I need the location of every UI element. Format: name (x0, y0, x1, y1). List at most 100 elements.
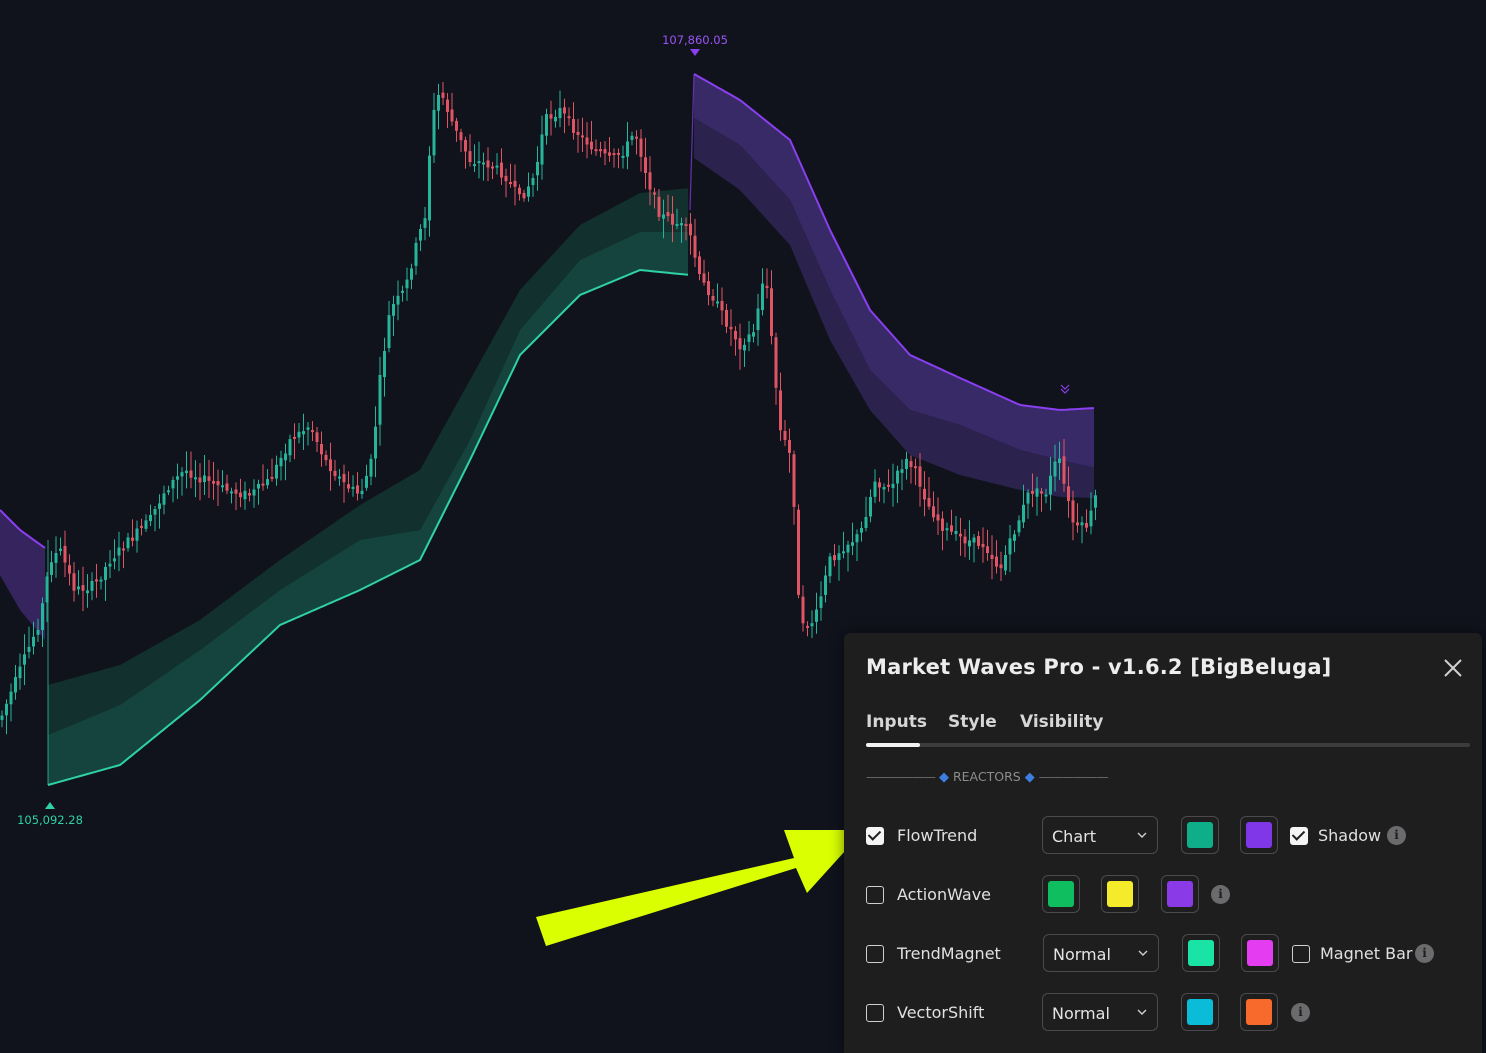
info-icon[interactable]: i (1291, 1003, 1310, 1022)
trendmagnet-bear-color-swatch[interactable] (1241, 934, 1279, 972)
candle-body (473, 164, 476, 167)
candle-body (1049, 475, 1052, 495)
candle-body (45, 576, 49, 603)
candle-body (216, 481, 220, 486)
candle-body (1062, 456, 1066, 484)
candle-body (374, 426, 377, 459)
candle-body (599, 149, 602, 152)
candle-body (725, 310, 728, 327)
candle-body (1013, 534, 1016, 541)
trendmagnet-mode-select[interactable]: Normal (1043, 934, 1159, 972)
info-icon[interactable]: i (1387, 826, 1406, 845)
candle-body (536, 161, 539, 176)
actionwave-color-1-swatch[interactable] (1042, 875, 1080, 913)
candle-body (671, 213, 674, 225)
low-marker-icon (45, 802, 55, 809)
candle-body (1035, 488, 1039, 497)
candle-body (572, 119, 575, 133)
candle-body (635, 136, 638, 139)
row-vectorshift: VectorShift Normal i (866, 993, 1476, 1037)
section-label: REACTORS (952, 769, 1021, 784)
candle-body (441, 92, 445, 98)
candle-body (734, 330, 737, 340)
tab-inputs[interactable]: Inputs (866, 712, 927, 732)
candle-body (711, 296, 715, 301)
candle-body (171, 480, 175, 489)
tab-visibility[interactable]: Visibility (1020, 712, 1104, 732)
candle-body (770, 288, 773, 337)
candle-body (167, 490, 170, 493)
candle-body (864, 517, 868, 528)
candle-body (203, 475, 206, 482)
candle-body (117, 547, 121, 556)
candle-body (621, 155, 625, 158)
candle-body (513, 180, 517, 187)
candle-body (639, 138, 643, 157)
candle-body (972, 537, 976, 543)
candle-body (963, 536, 967, 544)
candle-body (851, 542, 854, 546)
candle-body (180, 472, 184, 477)
candle-body (756, 308, 760, 331)
vectorshift-mode-select[interactable]: Normal (1042, 993, 1158, 1031)
trendmagnet-bull-color-swatch[interactable] (1182, 934, 1220, 972)
magnet-bar-checkbox[interactable] (1292, 945, 1310, 963)
candle-body (945, 528, 949, 531)
actionwave-checkbox[interactable] (866, 886, 884, 904)
low-price-label: 105,092.28 (17, 813, 83, 827)
candle-body (194, 477, 197, 480)
flowtrend-bull-color-swatch[interactable] (1181, 816, 1219, 854)
candle-body (567, 116, 571, 119)
candle-body (135, 528, 139, 541)
candle-body (405, 279, 409, 289)
candle-body (846, 544, 850, 553)
vectorshift-checkbox[interactable] (866, 1004, 884, 1022)
candle-body (540, 134, 544, 165)
candle-body (464, 139, 467, 152)
candle-body (32, 636, 35, 647)
candle-body (779, 390, 782, 431)
candle-body (990, 554, 994, 559)
vectorshift-bull-color-swatch[interactable] (1181, 993, 1219, 1031)
vectorshift-bear-color-swatch[interactable] (1240, 993, 1278, 1031)
info-icon[interactable]: i (1211, 885, 1230, 904)
candle-body (279, 457, 283, 467)
candle-body (54, 553, 58, 563)
trendmagnet-checkbox[interactable] (866, 945, 884, 963)
candle-body (842, 551, 845, 554)
candle-body (783, 431, 787, 440)
candle-body (311, 430, 314, 433)
chevron-down-icon (1137, 832, 1147, 838)
info-icon[interactable]: i (1415, 944, 1434, 963)
diamond-icon: ◆ (1024, 770, 1035, 785)
shadow-checkbox[interactable] (1290, 827, 1308, 845)
flowtrend-checkbox[interactable] (866, 827, 884, 845)
actionwave-color-2-swatch[interactable] (1101, 875, 1139, 913)
actionwave-color-3-swatch[interactable] (1161, 875, 1199, 913)
candle-body (68, 565, 71, 574)
candle-body (234, 489, 238, 494)
candle-body (815, 609, 818, 622)
flowtrend-bear-color-swatch[interactable] (1240, 816, 1278, 854)
flowtrend-mode-select[interactable]: Chart (1042, 816, 1158, 854)
candle-body (918, 466, 922, 487)
candle-body (1026, 492, 1030, 504)
candle-body (468, 151, 472, 162)
candle-body (1044, 494, 1048, 497)
candle-body (396, 295, 400, 305)
candle-body (675, 223, 679, 226)
candle-body (1071, 500, 1075, 523)
candle-body (99, 579, 103, 582)
section-dashes-right: —————— (1038, 769, 1109, 784)
candle-body (261, 483, 265, 486)
close-icon[interactable] (1440, 655, 1466, 681)
candle-body (585, 137, 589, 145)
candle-body (828, 556, 832, 577)
candle-body (126, 537, 130, 549)
tab-style[interactable]: Style (948, 712, 997, 732)
candle-body (162, 493, 166, 505)
candle-body (414, 242, 418, 266)
candle-body (891, 483, 895, 488)
candle-body (1094, 495, 1097, 508)
candle-body (752, 332, 755, 337)
